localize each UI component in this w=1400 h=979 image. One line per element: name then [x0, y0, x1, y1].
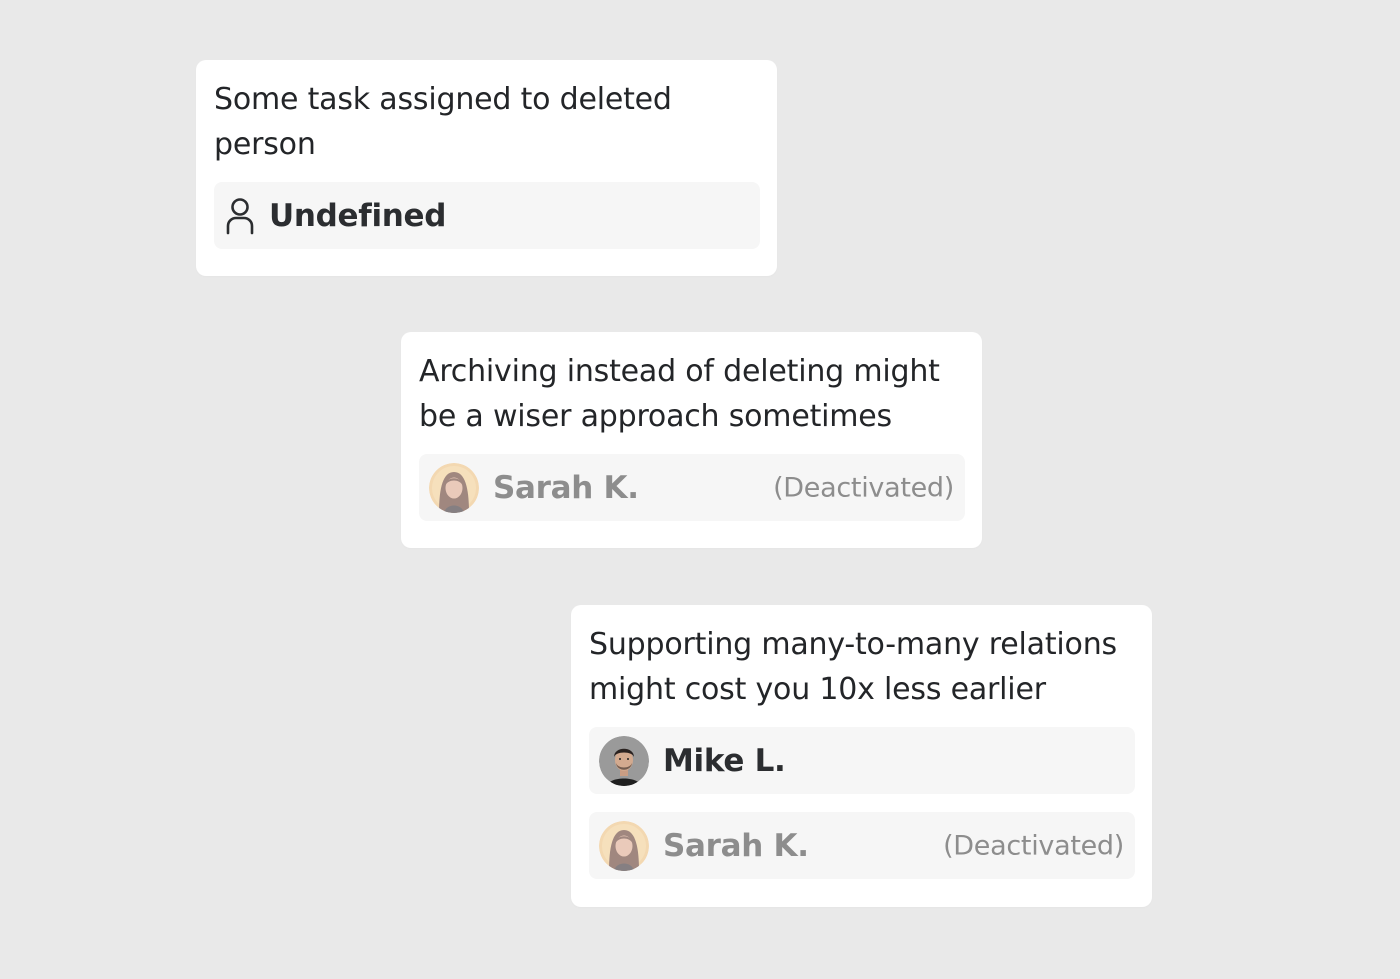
assignee-name: Mike L. — [663, 742, 786, 779]
task-title-line: be a wiser approach sometimes — [419, 399, 892, 434]
avatar-sarah — [429, 462, 479, 513]
task-title-line: Some task assigned to deleted — [214, 82, 672, 117]
task-title-line: person — [214, 127, 316, 162]
status-label: (Deactivated) — [773, 472, 954, 503]
task-card[interactable]: Archiving instead of deleting might be a … — [401, 332, 982, 548]
status-label: (Deactivated) — [943, 830, 1124, 861]
assignee-row[interactable]: Undefined — [214, 182, 760, 249]
task-title: Supporting many-to-many relations might c… — [589, 622, 1135, 712]
assignee-name: Sarah K. — [663, 827, 809, 864]
task-title: Archiving instead of deleting might be a … — [419, 349, 965, 439]
assignee-row[interactable]: Sarah K. (Deactivated) — [589, 812, 1135, 879]
task-title-line: might cost you 10x less earlier — [589, 672, 1046, 707]
task-title: Some task assigned to deleted person — [214, 77, 760, 167]
user-outline-icon — [226, 197, 254, 234]
task-card[interactable]: Supporting many-to-many relations might c… — [571, 605, 1152, 907]
assignee-name: Undefined — [269, 197, 447, 234]
assignee-row[interactable]: Mike L. — [589, 727, 1135, 794]
avatar-mike — [599, 735, 649, 786]
task-title-line: Supporting many-to-many relations — [589, 627, 1117, 662]
assignee-row[interactable]: Sarah K. (Deactivated) — [419, 454, 965, 521]
assignee-name: Sarah K. — [493, 469, 639, 506]
task-card[interactable]: Some task assigned to deleted person Unde… — [196, 60, 777, 276]
avatar-sarah — [599, 820, 649, 871]
task-title-line: Archiving instead of deleting might — [419, 354, 940, 389]
